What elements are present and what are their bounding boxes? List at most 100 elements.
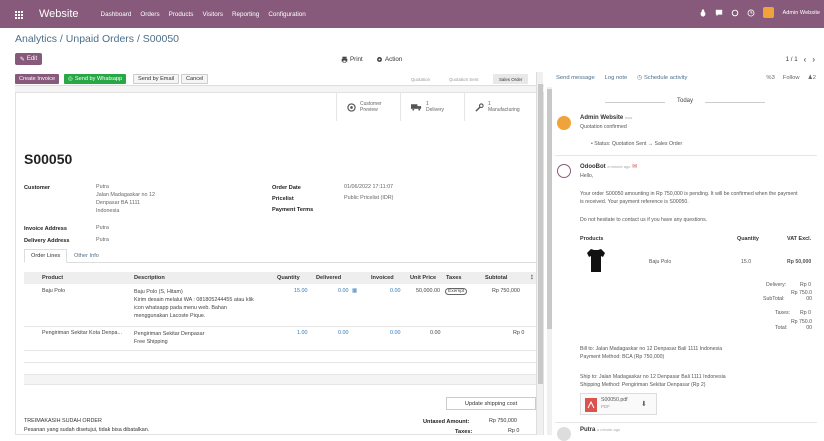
activity-clock-icon[interactable]: [747, 9, 755, 17]
col-taxes[interactable]: Taxes: [446, 275, 461, 281]
breadcrumb[interactable]: Analytics / Unpaid Orders / S00050: [15, 33, 179, 45]
col-description[interactable]: Description: [134, 275, 165, 281]
send-whatsapp-label: Send by Whatsapp: [74, 76, 123, 82]
forecast-chart-icon[interactable]: ▦: [352, 288, 357, 294]
pager-next-icon[interactable]: ›: [812, 55, 815, 64]
edit-button[interactable]: ✎ Edit: [15, 53, 42, 65]
customer-preview-button[interactable]: Customer Preview: [336, 93, 400, 121]
user-avatar[interactable]: [763, 7, 775, 18]
taxes-value: Rp 0: [800, 310, 811, 316]
send-email-button[interactable]: Send by Email: [133, 74, 180, 84]
manufacturing-button[interactable]: 1 Manufacturing: [464, 93, 544, 121]
message-author: OdooBot a minute ago ✉: [580, 163, 637, 170]
send-whatsapp-button[interactable]: ◎ Send by Whatsapp: [64, 74, 127, 84]
print-button[interactable]: Print: [341, 53, 363, 65]
col-invoiced[interactable]: Invoiced: [371, 275, 394, 281]
avatar[interactable]: [557, 164, 571, 178]
download-icon[interactable]: ⬇: [641, 400, 647, 408]
globe-icon: [347, 102, 356, 112]
attachment-card[interactable]: S00050.pdf PDF ⬇: [580, 393, 657, 415]
line-delivered: 0.00: [338, 330, 349, 336]
menu-configuration[interactable]: Configuration: [268, 11, 305, 18]
line-description: Baju Polo (S, Hitam) Kirim desain melalu…: [134, 288, 254, 320]
pricelist-value[interactable]: Public Pricelist (IDR): [344, 194, 393, 202]
vat-header: VAT Excl.: [787, 236, 812, 242]
avatar[interactable]: [557, 116, 571, 130]
message-hello: Hello,: [580, 173, 594, 179]
divider: [555, 422, 817, 423]
pager-value[interactable]: 1 / 1: [786, 56, 798, 63]
schedule-activity-button[interactable]: ◷ Schedule activity: [637, 75, 687, 81]
table-row[interactable]: Pengiriman Sekitar Kota Denpa... Pengiri…: [24, 327, 538, 351]
message-time: now: [624, 115, 633, 120]
col-unit-price[interactable]: Unit Price: [410, 275, 436, 281]
delivery-button[interactable]: 1 Delivery: [400, 93, 464, 121]
follow-button[interactable]: Follow: [783, 75, 800, 81]
menu-reporting[interactable]: Reporting: [232, 11, 259, 18]
cancel-button[interactable]: Cancel: [181, 74, 209, 84]
line-subtotal: Rp 750,000: [492, 288, 520, 294]
quantity-header: Quantity: [737, 236, 759, 242]
messaging-icon[interactable]: [731, 9, 739, 17]
line-quantity: 15.00: [294, 288, 308, 294]
col-delivered[interactable]: Delivered: [316, 275, 341, 281]
subtotal-label: SubTotal:: [763, 296, 785, 302]
message-author-name[interactable]: Admin Website: [580, 115, 623, 121]
user-name[interactable]: Admin Website: [782, 10, 820, 16]
log-note-button[interactable]: Log note: [605, 75, 628, 81]
payment-method: Payment Method: BCA (Rp 750,000): [580, 354, 665, 360]
stage-quotation-sent[interactable]: Quotation Sent: [443, 74, 484, 84]
action-label: Action: [385, 55, 403, 63]
send-message-button[interactable]: Send message: [556, 75, 595, 81]
edit-label: Edit: [26, 56, 38, 62]
col-quantity[interactable]: Quantity: [277, 275, 300, 281]
chat-icon[interactable]: [715, 9, 723, 17]
untaxed-value: Rp 750,000: [489, 418, 517, 424]
column-options-icon[interactable]: ⋮: [529, 275, 535, 281]
customer-city: Denpasar BA 1111: [96, 200, 141, 206]
chatter-scrollbar[interactable]: [547, 87, 552, 435]
form-scrollbar[interactable]: [536, 72, 543, 435]
bug-icon[interactable]: [699, 8, 707, 17]
pricelist-label: Pricelist: [272, 196, 294, 202]
terms-note-title: TREIMAKASIH SUDAH ORDER: [24, 418, 102, 424]
update-shipping-button[interactable]: Update shipping cost: [446, 397, 536, 410]
order-date-value: 01/06/2022 17:11:07: [344, 184, 394, 190]
action-button[interactable]: Action: [376, 53, 402, 65]
tab-order-lines[interactable]: Order Lines: [24, 249, 68, 263]
message-time: a minute ago: [607, 164, 631, 169]
app-brand[interactable]: Website: [39, 8, 79, 20]
menu-dashboard[interactable]: Dashboard: [101, 11, 132, 18]
attachments-button[interactable]: %3: [766, 75, 774, 81]
invoice-address-value[interactable]: Putra: [96, 224, 109, 232]
menu-products[interactable]: Products: [169, 11, 194, 18]
menu-orders[interactable]: Orders: [140, 11, 159, 18]
stage-quotation[interactable]: Quotation: [405, 74, 436, 84]
avatar[interactable]: [557, 427, 571, 441]
message-author-name[interactable]: OdooBot: [580, 164, 606, 170]
col-subtotal[interactable]: Subtotal: [485, 275, 507, 281]
col-product[interactable]: Product: [42, 275, 63, 281]
message-author-name[interactable]: Putra: [580, 427, 595, 433]
order-lines-header: Product Description Quantity Delivered I…: [24, 272, 538, 284]
table-row[interactable]: Baju Polo Baju Polo (S, Hitam) Kirim des…: [24, 285, 538, 327]
status-bar: Create Invoice ◎ Send by Whatsapp Send by…: [15, 72, 544, 86]
attachment-ext: PDF: [601, 404, 610, 409]
followers-button[interactable]: ♟2: [808, 75, 816, 81]
top-navbar: Website Dashboard Orders Products Visito…: [0, 0, 824, 28]
form-area: Create Invoice ◎ Send by Whatsapp Send by…: [15, 72, 544, 435]
stage-sales-order[interactable]: Sales Order: [493, 74, 529, 84]
menu-visitors[interactable]: Visitors: [202, 11, 223, 18]
pager-prev-icon[interactable]: ‹: [804, 55, 807, 64]
ship-to: Ship to: Jalan Madagaskar no 12 Denpasar…: [580, 374, 726, 380]
subtotal-value: Rp 750.0 00: [790, 290, 812, 302]
divider: [555, 155, 817, 156]
apps-menu-icon[interactable]: [15, 10, 23, 19]
tab-other-info[interactable]: Other Info: [68, 249, 105, 263]
delivery-value: Rp 0: [800, 282, 811, 288]
customer-address[interactable]: Putra Jalan Madagaskar no 12 Denpasar BA…: [96, 183, 155, 215]
customer-name[interactable]: Putra: [96, 183, 155, 191]
delivery-address-value[interactable]: Putra: [96, 236, 109, 244]
create-invoice-button[interactable]: Create Invoice: [15, 74, 60, 84]
line-desc-2: Free Shipping: [134, 339, 168, 345]
